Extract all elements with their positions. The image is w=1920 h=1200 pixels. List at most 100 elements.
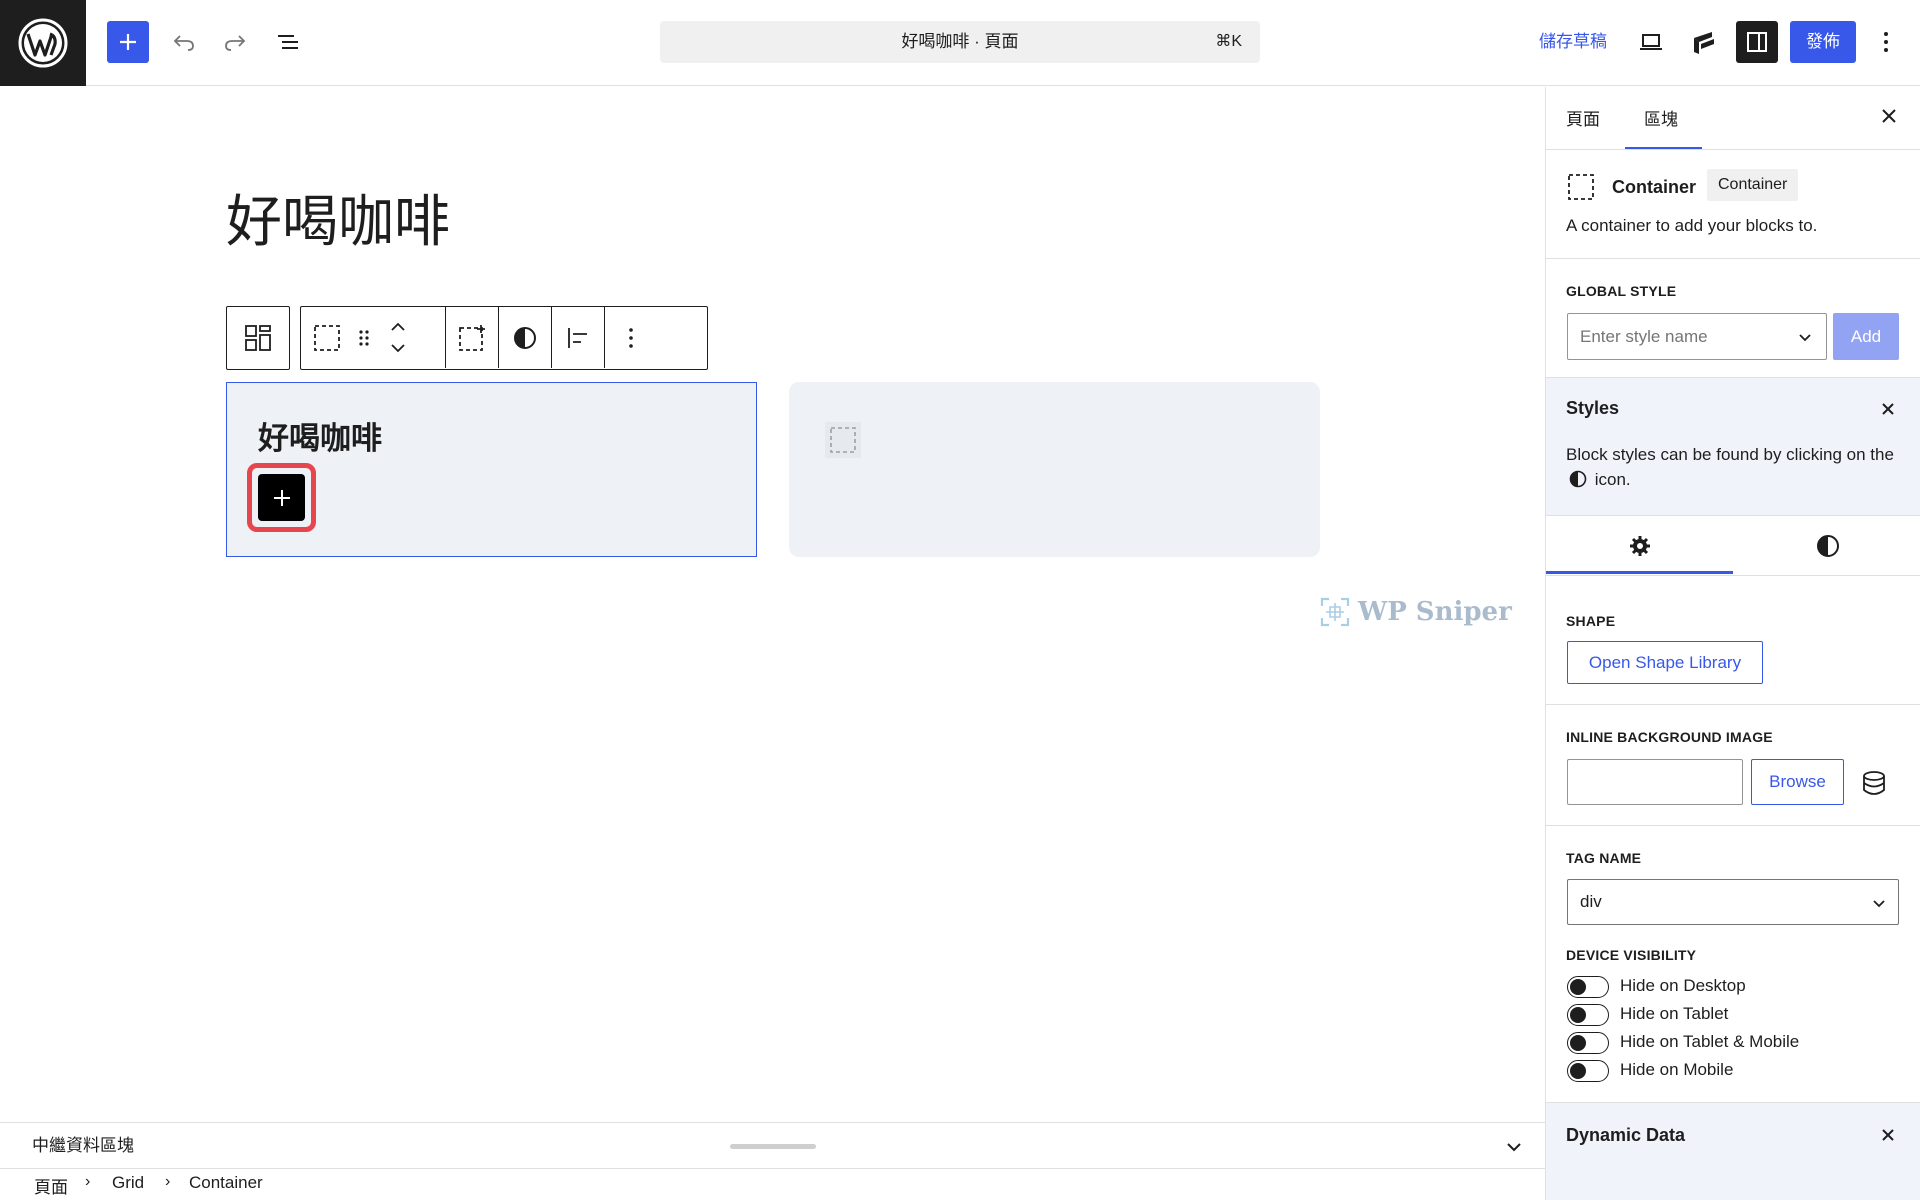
plus-icon: [273, 489, 290, 506]
breadcrumb-item[interactable]: Grid: [112, 1173, 144, 1193]
undo-button[interactable]: [163, 21, 205, 63]
active-tab-indicator: [1546, 571, 1733, 574]
block-styles-button[interactable]: [499, 307, 551, 368]
database-icon: [1863, 771, 1885, 795]
plus-icon: [120, 34, 136, 50]
meta-boxes-panel[interactable]: 中繼資料區塊: [0, 1122, 1545, 1168]
styles-notice-title: Styles: [1566, 398, 1620, 418]
command-palette-bar[interactable]: 好喝咖啡 · 頁面 ⌘K: [660, 21, 1260, 63]
breadcrumb-separator-icon: ›: [165, 1173, 171, 1190]
more-vertical-icon: [629, 327, 633, 348]
settings-sidebar-icon: [1747, 32, 1767, 52]
divider: [1546, 704, 1920, 705]
tab-settings[interactable]: [1546, 516, 1733, 576]
background-image-input[interactable]: [1567, 759, 1743, 805]
container-placeholder[interactable]: [825, 422, 861, 458]
dismiss-styles-notice-button[interactable]: [1874, 395, 1902, 423]
inline-background-label: INLINE BACKGROUND IMAGE: [1566, 729, 1773, 745]
close-icon: [1882, 109, 1896, 123]
redo-icon: [225, 35, 246, 51]
dynamic-data-button[interactable]: [1856, 765, 1892, 801]
hide-mobile-label: Hide on Mobile: [1620, 1060, 1734, 1079]
browse-button[interactable]: Browse: [1751, 759, 1844, 805]
watermark: WP Sniper: [1320, 592, 1512, 632]
container-block[interactable]: [789, 382, 1320, 557]
command-shortcut: ⌘K: [1215, 33, 1242, 50]
container-icon: [1568, 174, 1594, 200]
drag-handle-icon: [359, 329, 369, 346]
tag-name-label: TAG NAME: [1566, 850, 1642, 866]
gear-icon: [1629, 536, 1650, 556]
container-icon: [314, 324, 340, 351]
options-menu-button[interactable]: [1868, 21, 1904, 63]
dynamic-data-panel: Dynamic Data: [1546, 1102, 1920, 1200]
align-button[interactable]: [552, 307, 604, 368]
hide-mobile-toggle[interactable]: [1567, 1060, 1609, 1082]
close-sidebar-button[interactable]: [1874, 101, 1904, 131]
redo-button[interactable]: [214, 21, 256, 63]
block-inserter-button[interactable]: [107, 21, 149, 63]
preview-button[interactable]: [1630, 21, 1672, 63]
hide-tablet-toggle[interactable]: [1567, 1004, 1609, 1026]
add-block-button[interactable]: [258, 474, 305, 521]
resize-handle[interactable]: [730, 1144, 816, 1149]
publish-button[interactable]: 發佈: [1790, 21, 1856, 63]
tab-page[interactable]: 頁面: [1566, 105, 1600, 129]
breadcrumb-item-current: Container: [189, 1173, 263, 1192]
select-parent-button[interactable]: [227, 307, 288, 368]
editor-canvas: 好喝咖啡 好喝咖啡 WP Sniper: [0, 87, 1545, 1122]
tag-name-select[interactable]: div: [1567, 879, 1899, 925]
toggle-knob: [1570, 979, 1586, 995]
open-shape-library-button[interactable]: Open Shape Library: [1567, 641, 1763, 684]
tab-styles[interactable]: [1734, 516, 1920, 576]
global-style-placeholder: Enter style name: [1580, 327, 1708, 346]
hide-tablet-label: Hide on Tablet: [1620, 1004, 1729, 1023]
dynamic-data-title: Dynamic Data: [1566, 1125, 1686, 1145]
align-left-icon: [568, 327, 587, 348]
hide-desktop-label: Hide on Desktop: [1620, 976, 1746, 995]
divider: [1546, 149, 1920, 150]
move-up-down-buttons[interactable]: [377, 307, 419, 368]
page-title[interactable]: 好喝咖啡: [226, 177, 450, 258]
add-global-style-button[interactable]: Add: [1833, 313, 1899, 360]
container-add-icon: [459, 324, 485, 351]
close-dynamic-data-button[interactable]: [1874, 1121, 1902, 1149]
drag-handle[interactable]: [353, 307, 375, 368]
watermark-logo-icon: [1320, 597, 1350, 627]
save-draft-button[interactable]: 儲存草稿: [1520, 21, 1626, 63]
shape-label: SHAPE: [1566, 613, 1616, 629]
chevron-down-icon: [1873, 900, 1885, 908]
container-heading[interactable]: 好喝咖啡: [258, 413, 382, 458]
toggle-knob: [1570, 1007, 1586, 1023]
divider: [1546, 825, 1920, 826]
plugin-icon: [1694, 32, 1714, 54]
hide-tablet-mobile-label: Hide on Tablet & Mobile: [1620, 1032, 1800, 1051]
toggle-knob: [1570, 1035, 1586, 1051]
block-tools-group: [300, 306, 708, 370]
tab-block[interactable]: 區塊: [1644, 105, 1678, 129]
breadcrumb-item[interactable]: 頁面: [34, 1173, 68, 1198]
contrast-icon: [514, 326, 536, 349]
chevron-down-icon: [1799, 334, 1811, 342]
plugin-button[interactable]: [1683, 21, 1725, 63]
watermark-text: WP Sniper: [1358, 597, 1512, 627]
wordpress-logo[interactable]: [0, 0, 86, 86]
expand-panel-button[interactable]: [1500, 1133, 1528, 1161]
container-block-selected[interactable]: 好喝咖啡: [226, 382, 757, 557]
list-view-button[interactable]: [267, 21, 309, 63]
hide-desktop-toggle[interactable]: [1567, 976, 1609, 998]
hide-tablet-mobile-toggle[interactable]: [1567, 1032, 1609, 1054]
list-view-icon: [278, 35, 298, 49]
document-title: 好喝咖啡 · 頁面: [901, 32, 1019, 51]
block-type-button[interactable]: [301, 307, 353, 368]
add-inner-block-button[interactable]: [446, 307, 498, 368]
block-card-title: Container: [1612, 177, 1697, 197]
settings-sidebar-toggle[interactable]: [1736, 21, 1778, 63]
chevron-down-icon: [1507, 1143, 1521, 1152]
block-options-button[interactable]: [605, 307, 657, 368]
undo-icon: [173, 35, 194, 51]
styles-notice: Styles Block styles can be found by clic…: [1546, 377, 1920, 515]
block-card-icon: [1567, 173, 1595, 206]
global-style-select[interactable]: Enter style name: [1567, 313, 1827, 360]
block-breadcrumb: 頁面 › Grid › Container: [0, 1168, 1545, 1200]
